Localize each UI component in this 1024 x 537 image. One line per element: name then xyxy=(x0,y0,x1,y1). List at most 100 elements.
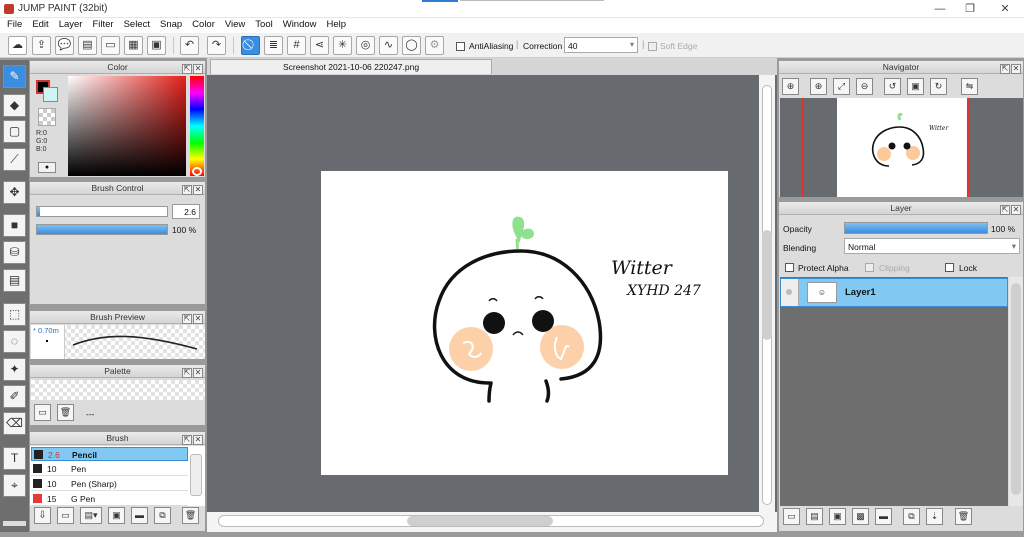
brush-size-slider[interactable] xyxy=(36,206,168,217)
reset-view-icon[interactable]: ▣ xyxy=(907,78,924,95)
eraser-tool-icon[interactable]: ◆ xyxy=(3,94,26,117)
blending-select[interactable]: Normal ▾ xyxy=(844,238,1020,254)
snap-ellipse-icon[interactable]: ◯ xyxy=(402,36,421,55)
snap-parallel-icon[interactable]: ≣ xyxy=(264,36,283,55)
menu-help[interactable]: Help xyxy=(322,18,352,33)
minimize-button[interactable]: — xyxy=(925,2,955,16)
close-panel-icon[interactable]: ✕ xyxy=(193,185,203,195)
magic-wand-tool-icon[interactable]: ✦ xyxy=(3,358,26,381)
transparent-swatch[interactable] xyxy=(38,108,56,126)
layer-visibility-toggle[interactable] xyxy=(781,279,799,306)
zoom-in-icon[interactable]: ⊕ xyxy=(782,78,799,95)
snap-curve-icon[interactable]: ∿ xyxy=(379,36,398,55)
pen-tool-icon[interactable]: ✎ xyxy=(3,65,26,88)
canvas-hscroll-thumb[interactable] xyxy=(407,516,553,526)
layer-list-scrollbar[interactable] xyxy=(1009,277,1023,506)
menu-snap[interactable]: Snap xyxy=(155,18,187,33)
document-icon[interactable]: ▦ xyxy=(124,36,143,55)
delete-palette-icon[interactable]: 🗑 xyxy=(57,404,74,421)
brush-list-scrollbar[interactable] xyxy=(190,454,202,496)
drawing-canvas[interactable]: Witter XYHD 247 xyxy=(321,171,728,475)
brush-size-input[interactable]: 2.6 xyxy=(172,204,200,219)
soft-edge-checkbox[interactable] xyxy=(648,41,657,52)
eyedropper-tool-icon[interactable]: ⌖ xyxy=(3,474,26,497)
brush-list-item[interactable]: 10 Pen xyxy=(31,462,188,476)
brush-list-item[interactable]: 15 G Pen xyxy=(31,492,188,506)
secondary-color-swatch[interactable] xyxy=(43,87,58,102)
select-pen-tool-icon[interactable]: ✐ xyxy=(3,385,26,408)
palette-swatch-area[interactable] xyxy=(31,380,205,400)
layer-properties-icon[interactable]: ▣ xyxy=(829,508,846,525)
zoom-in-alt-icon[interactable]: ⊕ xyxy=(810,78,827,95)
settings-page-icon[interactable]: ▣ xyxy=(147,36,166,55)
redo-icon[interactable]: ↷ xyxy=(207,36,226,55)
document-tab[interactable]: Screenshot 2021-10-06 220247.png xyxy=(210,59,492,74)
bucket-tool-icon[interactable]: ⛁ xyxy=(3,241,26,264)
zoom-out-icon[interactable]: ⊖ xyxy=(856,78,873,95)
hue-handle[interactable] xyxy=(192,167,202,176)
lock-checkbox[interactable] xyxy=(945,262,954,273)
menu-window[interactable]: Window xyxy=(278,18,322,33)
menu-color[interactable]: Color xyxy=(187,18,220,33)
brush-opacity-slider[interactable] xyxy=(36,224,168,235)
move-tool-icon[interactable]: ✥ xyxy=(3,181,26,204)
menu-filter[interactable]: Filter xyxy=(87,18,118,33)
duplicate-brush-icon[interactable]: ⧉ xyxy=(154,507,171,524)
snap-concentric-icon[interactable]: ◎ xyxy=(356,36,375,55)
canvas-vscroll[interactable] xyxy=(759,75,775,512)
message-icon[interactable]: ▤ xyxy=(78,36,97,55)
close-panel-icon[interactable]: ✕ xyxy=(193,64,203,74)
lasso-tool-icon[interactable]: ◌ xyxy=(3,330,26,353)
snap-grid-icon[interactable]: # xyxy=(287,36,306,55)
export-icon[interactable]: ⇪ xyxy=(32,36,51,55)
new-layer-icon[interactable]: ▭ xyxy=(783,508,800,525)
delete-brush-icon[interactable]: 🗑 xyxy=(182,507,199,524)
menu-select[interactable]: Select xyxy=(119,18,155,33)
close-panel-icon[interactable]: ✕ xyxy=(193,314,203,324)
page-icon[interactable]: ▭ xyxy=(101,36,120,55)
select-rect-tool-icon[interactable]: ▢ xyxy=(3,120,26,143)
new-brush-icon[interactable]: ▭ xyxy=(57,507,74,524)
popout-icon[interactable]: ⇱ xyxy=(1000,205,1010,215)
close-button[interactable]: ✕ xyxy=(990,2,1020,16)
new-palette-icon[interactable]: ▭ xyxy=(34,404,51,421)
popout-icon[interactable]: ⇱ xyxy=(1000,64,1010,74)
snap-vanishing-icon[interactable]: ⋖ xyxy=(310,36,329,55)
popout-icon[interactable]: ⇱ xyxy=(182,314,192,324)
duplicate-layer-icon[interactable]: ⧉ xyxy=(903,508,920,525)
protect-alpha-checkbox[interactable] xyxy=(785,262,794,273)
close-panel-icon[interactable]: ✕ xyxy=(1011,205,1021,215)
menu-view[interactable]: View xyxy=(220,18,250,33)
undo-icon[interactable]: ↶ xyxy=(180,36,199,55)
text-tool-icon[interactable]: T xyxy=(3,447,26,470)
rect-select-tool-icon[interactable]: ⬚ xyxy=(3,303,26,326)
rotate-left-icon[interactable]: ↺ xyxy=(884,78,901,95)
brush-settings-icon[interactable]: ▣ xyxy=(108,507,125,524)
popout-icon[interactable]: ⇱ xyxy=(182,368,192,378)
canvas-hscroll[interactable] xyxy=(207,512,777,532)
menu-edit[interactable]: Edit xyxy=(27,18,53,33)
merge-down-icon[interactable]: ⇣ xyxy=(926,508,943,525)
brush-list-item[interactable]: 2.6 Pencil xyxy=(31,447,188,461)
snap-radial-icon[interactable]: ✳ xyxy=(333,36,352,55)
popout-icon[interactable]: ⇱ xyxy=(182,64,192,74)
cloud-icon[interactable]: ☁ xyxy=(8,36,27,55)
snap-off-icon[interactable]: ⃠ xyxy=(241,36,260,55)
menu-layer[interactable]: Layer xyxy=(54,18,88,33)
color-saturation-field[interactable] xyxy=(68,76,186,176)
rotate-right-icon[interactable]: ↻ xyxy=(930,78,947,95)
gradient-tool-icon[interactable]: ▤ xyxy=(3,269,26,292)
snap-settings-icon[interactable]: ⚙ xyxy=(425,36,444,55)
popout-icon[interactable]: ⇱ xyxy=(182,185,192,195)
antialiasing-checkbox[interactable] xyxy=(456,41,465,52)
canvas-vscroll-thumb[interactable] xyxy=(762,230,772,340)
tone-layer-icon[interactable]: ▩ xyxy=(852,508,869,525)
menu-file[interactable]: File xyxy=(2,18,27,33)
flip-icon[interactable]: ⇋ xyxy=(961,78,978,95)
hue-slider[interactable] xyxy=(190,76,204,176)
brush-download-icon[interactable]: ⇩ xyxy=(34,507,51,524)
layer-row[interactable]: ☺ Layer1 xyxy=(780,278,1008,307)
color-mode-button[interactable]: ● xyxy=(38,162,56,173)
restore-button[interactable]: ❐ xyxy=(955,2,985,16)
close-panel-icon[interactable]: ✕ xyxy=(193,435,203,445)
